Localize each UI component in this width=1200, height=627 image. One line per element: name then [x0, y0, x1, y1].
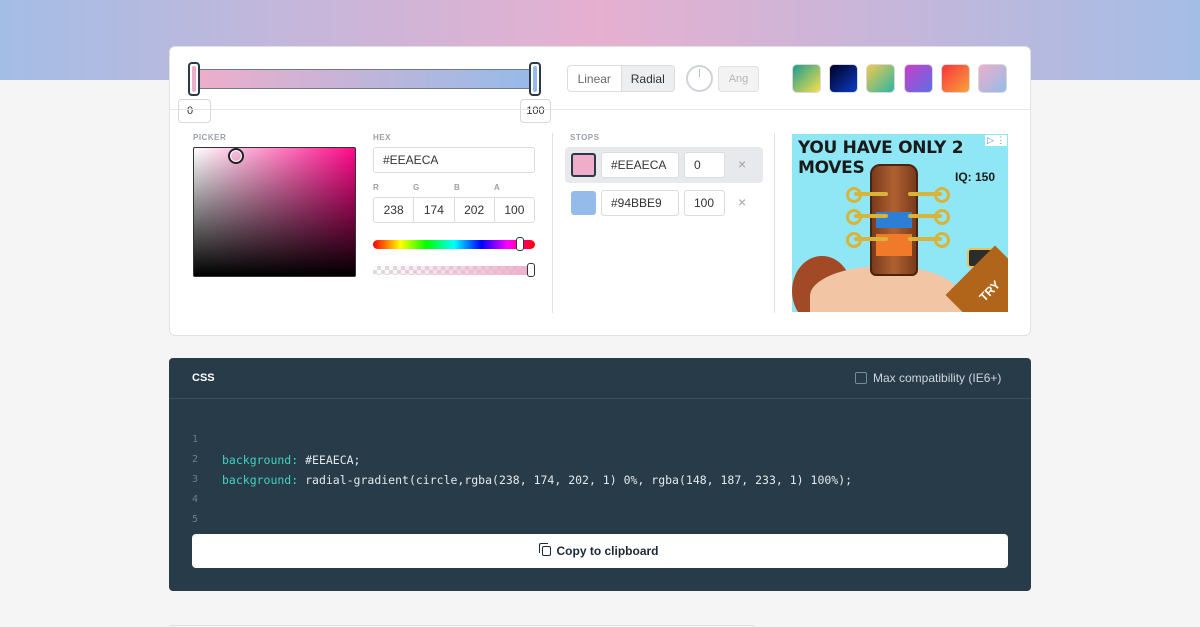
preset-4-swatch[interactable]	[904, 64, 933, 93]
code-line: 1 background: #EEAECA;	[169, 410, 360, 467]
copy-icon	[538, 543, 551, 556]
end-position-input[interactable]: 100	[520, 99, 551, 123]
code-line: 5	[169, 490, 211, 525]
code-text: background: radial-gradient(circle,rgba(…	[222, 470, 852, 490]
remove-stop-1-icon[interactable]: ×	[738, 156, 746, 172]
b-label: B	[454, 183, 460, 192]
alpha-slider[interactable]	[373, 266, 535, 275]
max-compatibility-option[interactable]: Max compatibility (IE6+)	[855, 371, 1001, 385]
code-line: 3	[169, 450, 211, 485]
preset-1-swatch[interactable]	[792, 64, 821, 93]
code-line: 2 background: radial-gradient(circle,rgb…	[169, 430, 852, 487]
stop-swatch-1[interactable]	[571, 153, 596, 177]
b-input[interactable]: 202	[455, 198, 495, 222]
stop-swatch-2[interactable]	[571, 191, 596, 215]
stops-label: STOPS	[570, 133, 600, 142]
rgba-inputs: 238 174 202 100	[373, 197, 535, 223]
ad-choices-icon[interactable]: ▷ ⋮	[985, 135, 1008, 146]
r-input[interactable]: 238	[374, 198, 415, 222]
css-output-panel: CSS Max compatibility (IE6+) 1 backgroun…	[169, 358, 1031, 591]
remove-stop-2-icon[interactable]: ×	[738, 194, 746, 210]
saturation-picker[interactable]	[193, 147, 356, 277]
css-panel-title: CSS	[192, 372, 215, 384]
alpha-slider-handle[interactable]	[527, 263, 535, 277]
footer-divider	[169, 625, 754, 626]
angle-dial[interactable]	[686, 65, 713, 92]
advertisement[interactable]: YOU HAVE ONLY 2 MOVES IQ: 150 TRY ▷ ⋮	[792, 134, 1008, 312]
r-label: R	[373, 183, 379, 192]
preset-5-swatch[interactable]	[941, 64, 970, 93]
stop-position-input-1[interactable]: 0	[684, 152, 725, 178]
preset-2-swatch[interactable]	[829, 64, 858, 93]
picker-cursor[interactable]	[228, 148, 244, 164]
g-input[interactable]: 174	[414, 198, 455, 222]
hex-input[interactable]: #EEAECA	[373, 147, 535, 173]
preset-6-swatch[interactable]	[978, 64, 1007, 93]
divider	[170, 109, 1030, 110]
gradient-editor-panel: 0 100 Linear Radial Ang PICKER HEX #EEAE…	[169, 46, 1031, 336]
gradient-type-toggle: Linear Radial	[567, 65, 675, 92]
css-property: background:	[222, 453, 299, 467]
linear-button[interactable]: Linear	[568, 66, 621, 91]
css-value: #EEAECA;	[298, 453, 361, 467]
hex-label: HEX	[373, 133, 391, 142]
ad-pin-icon	[908, 187, 950, 203]
picker-label: PICKER	[193, 133, 227, 142]
ad-pin-icon	[846, 187, 888, 203]
line-number: 5	[192, 514, 199, 525]
stop-row-2[interactable]: #94BBE9 100 ×	[565, 185, 763, 221]
stop-position-input-2[interactable]: 100	[684, 190, 725, 216]
gradient-stop-handle-end[interactable]	[529, 62, 541, 96]
css-property: background:	[222, 473, 299, 487]
stop-row-1[interactable]: #EEAECA 0 ×	[565, 147, 763, 183]
radial-button[interactable]: Radial	[620, 66, 674, 91]
column-divider	[552, 133, 553, 313]
css-value: radial-gradient(circle,rgba(238, 174, 20…	[298, 473, 853, 487]
column-divider-2	[774, 133, 775, 313]
hue-slider[interactable]	[373, 240, 535, 249]
max-compatibility-label: Max compatibility (IE6+)	[873, 371, 1002, 385]
preset-3-swatch[interactable]	[866, 64, 895, 93]
max-compatibility-checkbox[interactable]	[855, 372, 867, 384]
start-position-input[interactable]: 0	[178, 99, 211, 123]
stop-hex-input-2[interactable]: #94BBE9	[601, 190, 679, 216]
ad-iq-text: IQ: 150	[955, 170, 996, 184]
css-panel-header: CSS Max compatibility (IE6+)	[169, 358, 1031, 399]
gradient-preview-bar[interactable]	[194, 69, 537, 89]
stop-hex-input-1[interactable]: #EEAECA	[601, 152, 679, 178]
copy-button-label: Copy to clipboard	[556, 544, 659, 558]
code-text: background: #EEAECA;	[222, 450, 360, 470]
code-line: 4	[169, 470, 211, 505]
ad-pin-icon	[908, 232, 950, 248]
copy-to-clipboard-button[interactable]: Copy to clipboard	[192, 534, 1008, 568]
hue-slider-handle[interactable]	[516, 237, 524, 251]
ad-pin-icon	[846, 232, 888, 248]
ad-pin-icon	[846, 209, 888, 225]
ad-pin-icon	[908, 209, 950, 225]
a-input[interactable]: 100	[495, 198, 534, 222]
angle-input[interactable]: Ang	[718, 66, 759, 92]
a-label: A	[494, 183, 500, 192]
g-label: G	[413, 183, 420, 192]
gradient-stop-handle-start[interactable]	[188, 62, 200, 96]
